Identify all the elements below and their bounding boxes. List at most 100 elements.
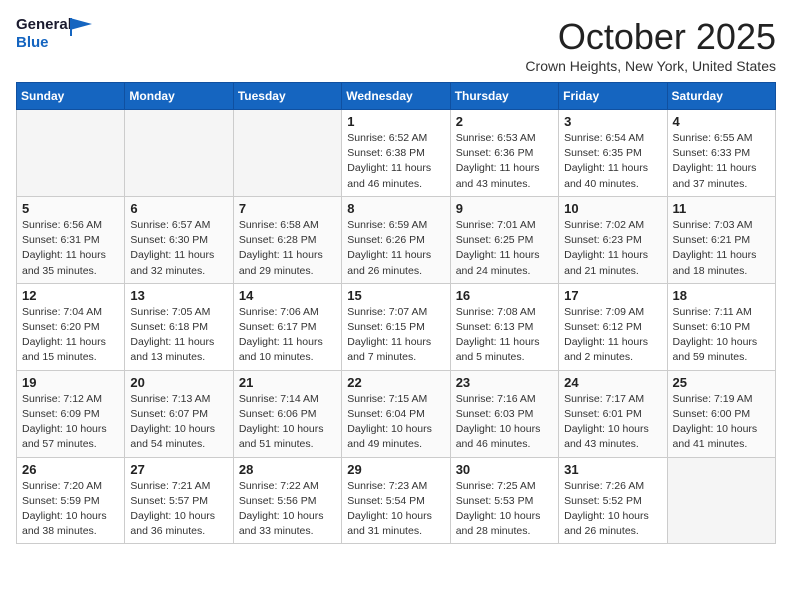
day-info: Sunrise: 6:59 AM Sunset: 6:26 PM Dayligh… [347,218,444,279]
calendar-header-row: Sunday Monday Tuesday Wednesday Thursday… [17,83,776,110]
day-info: Sunrise: 7:20 AM Sunset: 5:59 PM Dayligh… [22,479,119,540]
location-subtitle: Crown Heights, New York, United States [525,58,776,74]
day-number: 30 [456,462,553,477]
col-wednesday: Wednesday [342,83,450,110]
day-number: 11 [673,201,770,216]
day-info: Sunrise: 6:56 AM Sunset: 6:31 PM Dayligh… [22,218,119,279]
calendar-cell: 21 Sunrise: 7:14 AM Sunset: 6:06 PM Dayli… [233,370,341,457]
day-info: Sunrise: 7:03 AM Sunset: 6:21 PM Dayligh… [673,218,770,279]
calendar-week-3: 12 Sunrise: 7:04 AM Sunset: 6:20 PM Dayli… [17,283,776,370]
calendar-cell: 9Sunrise: 7:01 AM Sunset: 6:25 PM Daylig… [450,196,558,283]
day-info: Sunrise: 6:58 AM Sunset: 6:28 PM Dayligh… [239,218,336,279]
day-info: Sunrise: 7:17 AM Sunset: 6:01 PM Dayligh… [564,392,661,453]
calendar-cell [667,457,775,544]
month-title: October 2025 [525,16,776,58]
day-info: Sunrise: 7:19 AM Sunset: 6:00 PM Dayligh… [673,392,770,453]
calendar-cell: 10 Sunrise: 7:02 AM Sunset: 6:23 PM Dayli… [559,196,667,283]
logo-flag-icon [70,18,92,36]
calendar-cell: 29 Sunrise: 7:23 AM Sunset: 5:54 PM Dayli… [342,457,450,544]
day-info: Sunrise: 7:26 AM Sunset: 5:52 PM Dayligh… [564,479,661,540]
calendar-cell: 14 Sunrise: 7:06 AM Sunset: 6:17 PM Dayli… [233,283,341,370]
col-thursday: Thursday [450,83,558,110]
calendar-cell: 13 Sunrise: 7:05 AM Sunset: 6:18 PM Dayli… [125,283,233,370]
day-info: Sunrise: 7:22 AM Sunset: 5:56 PM Dayligh… [239,479,336,540]
calendar-cell: 1Sunrise: 6:52 AM Sunset: 6:38 PM Daylig… [342,110,450,197]
calendar-body: 1Sunrise: 6:52 AM Sunset: 6:38 PM Daylig… [17,110,776,544]
col-monday: Monday [125,83,233,110]
day-info: Sunrise: 6:53 AM Sunset: 6:36 PM Dayligh… [456,131,553,192]
calendar-cell: 8 Sunrise: 6:59 AM Sunset: 6:26 PM Daylig… [342,196,450,283]
day-number: 26 [22,462,119,477]
day-number: 24 [564,375,661,390]
calendar-week-2: 5 Sunrise: 6:56 AM Sunset: 6:31 PM Daylig… [17,196,776,283]
day-info: Sunrise: 7:25 AM Sunset: 5:53 PM Dayligh… [456,479,553,540]
calendar-cell: 7 Sunrise: 6:58 AM Sunset: 6:28 PM Daylig… [233,196,341,283]
day-info: Sunrise: 6:54 AM Sunset: 6:35 PM Dayligh… [564,131,661,192]
logo: General Blue [16,16,96,66]
day-number: 29 [347,462,444,477]
day-info: Sunrise: 7:16 AM Sunset: 6:03 PM Dayligh… [456,392,553,453]
day-number: 8 [347,201,444,216]
calendar-week-4: 19 Sunrise: 7:12 AM Sunset: 6:09 PM Dayli… [17,370,776,457]
day-number: 3 [564,114,661,129]
calendar-cell: 19 Sunrise: 7:12 AM Sunset: 6:09 PM Dayli… [17,370,125,457]
day-number: 27 [130,462,227,477]
day-number: 28 [239,462,336,477]
day-info: Sunrise: 7:14 AM Sunset: 6:06 PM Dayligh… [239,392,336,453]
calendar-cell [125,110,233,197]
day-number: 7 [239,201,336,216]
calendar-cell: 20Sunrise: 7:13 AM Sunset: 6:07 PM Dayli… [125,370,233,457]
calendar-cell: 27 Sunrise: 7:21 AM Sunset: 5:57 PM Dayli… [125,457,233,544]
calendar-cell: 5 Sunrise: 6:56 AM Sunset: 6:31 PM Daylig… [17,196,125,283]
day-number: 23 [456,375,553,390]
day-number: 21 [239,375,336,390]
day-info: Sunrise: 7:04 AM Sunset: 6:20 PM Dayligh… [22,305,119,366]
day-number: 12 [22,288,119,303]
day-number: 22 [347,375,444,390]
day-info: Sunrise: 7:12 AM Sunset: 6:09 PM Dayligh… [22,392,119,453]
day-info: Sunrise: 6:52 AM Sunset: 6:38 PM Dayligh… [347,131,444,192]
day-number: 31 [564,462,661,477]
calendar-cell: 23 Sunrise: 7:16 AM Sunset: 6:03 PM Dayli… [450,370,558,457]
day-number: 4 [673,114,770,129]
calendar-cell: 22 Sunrise: 7:15 AM Sunset: 6:04 PM Dayli… [342,370,450,457]
day-info: Sunrise: 6:57 AM Sunset: 6:30 PM Dayligh… [130,218,227,279]
day-info: Sunrise: 7:13 AM Sunset: 6:07 PM Dayligh… [130,392,227,453]
day-info: Sunrise: 7:01 AM Sunset: 6:25 PM Dayligh… [456,218,553,279]
day-info: Sunrise: 7:15 AM Sunset: 6:04 PM Dayligh… [347,392,444,453]
col-saturday: Saturday [667,83,775,110]
day-info: Sunrise: 7:06 AM Sunset: 6:17 PM Dayligh… [239,305,336,366]
day-info: Sunrise: 7:23 AM Sunset: 5:54 PM Dayligh… [347,479,444,540]
col-friday: Friday [559,83,667,110]
day-number: 15 [347,288,444,303]
calendar-cell: 24 Sunrise: 7:17 AM Sunset: 6:01 PM Dayli… [559,370,667,457]
day-number: 25 [673,375,770,390]
day-info: Sunrise: 7:02 AM Sunset: 6:23 PM Dayligh… [564,218,661,279]
day-info: Sunrise: 7:11 AM Sunset: 6:10 PM Dayligh… [673,305,770,366]
col-tuesday: Tuesday [233,83,341,110]
calendar-cell: 15Sunrise: 7:07 AM Sunset: 6:15 PM Dayli… [342,283,450,370]
day-info: Sunrise: 7:21 AM Sunset: 5:57 PM Dayligh… [130,479,227,540]
logo-blue-text: Blue [16,34,49,51]
calendar-cell: 6Sunrise: 6:57 AM Sunset: 6:30 PM Daylig… [125,196,233,283]
day-number: 14 [239,288,336,303]
calendar-cell: 31 Sunrise: 7:26 AM Sunset: 5:52 PM Dayli… [559,457,667,544]
day-number: 13 [130,288,227,303]
day-info: Sunrise: 7:05 AM Sunset: 6:18 PM Dayligh… [130,305,227,366]
calendar-cell: 2 Sunrise: 6:53 AM Sunset: 6:36 PM Daylig… [450,110,558,197]
day-number: 10 [564,201,661,216]
calendar-cell: 26 Sunrise: 7:20 AM Sunset: 5:59 PM Dayli… [17,457,125,544]
day-number: 5 [22,201,119,216]
calendar-cell: 16Sunrise: 7:08 AM Sunset: 6:13 PM Dayli… [450,283,558,370]
calendar-cell: 30 Sunrise: 7:25 AM Sunset: 5:53 PM Dayli… [450,457,558,544]
calendar-cell: 4Sunrise: 6:55 AM Sunset: 6:33 PM Daylig… [667,110,775,197]
day-info: Sunrise: 7:08 AM Sunset: 6:13 PM Dayligh… [456,305,553,366]
day-number: 2 [456,114,553,129]
calendar-week-5: 26 Sunrise: 7:20 AM Sunset: 5:59 PM Dayli… [17,457,776,544]
calendar-table: Sunday Monday Tuesday Wednesday Thursday… [16,82,776,544]
calendar-cell: 28 Sunrise: 7:22 AM Sunset: 5:56 PM Dayli… [233,457,341,544]
day-number: 19 [22,375,119,390]
calendar-cell: 12 Sunrise: 7:04 AM Sunset: 6:20 PM Dayli… [17,283,125,370]
calendar-cell: 25 Sunrise: 7:19 AM Sunset: 6:00 PM Dayli… [667,370,775,457]
logo-general-text: General [16,16,72,33]
